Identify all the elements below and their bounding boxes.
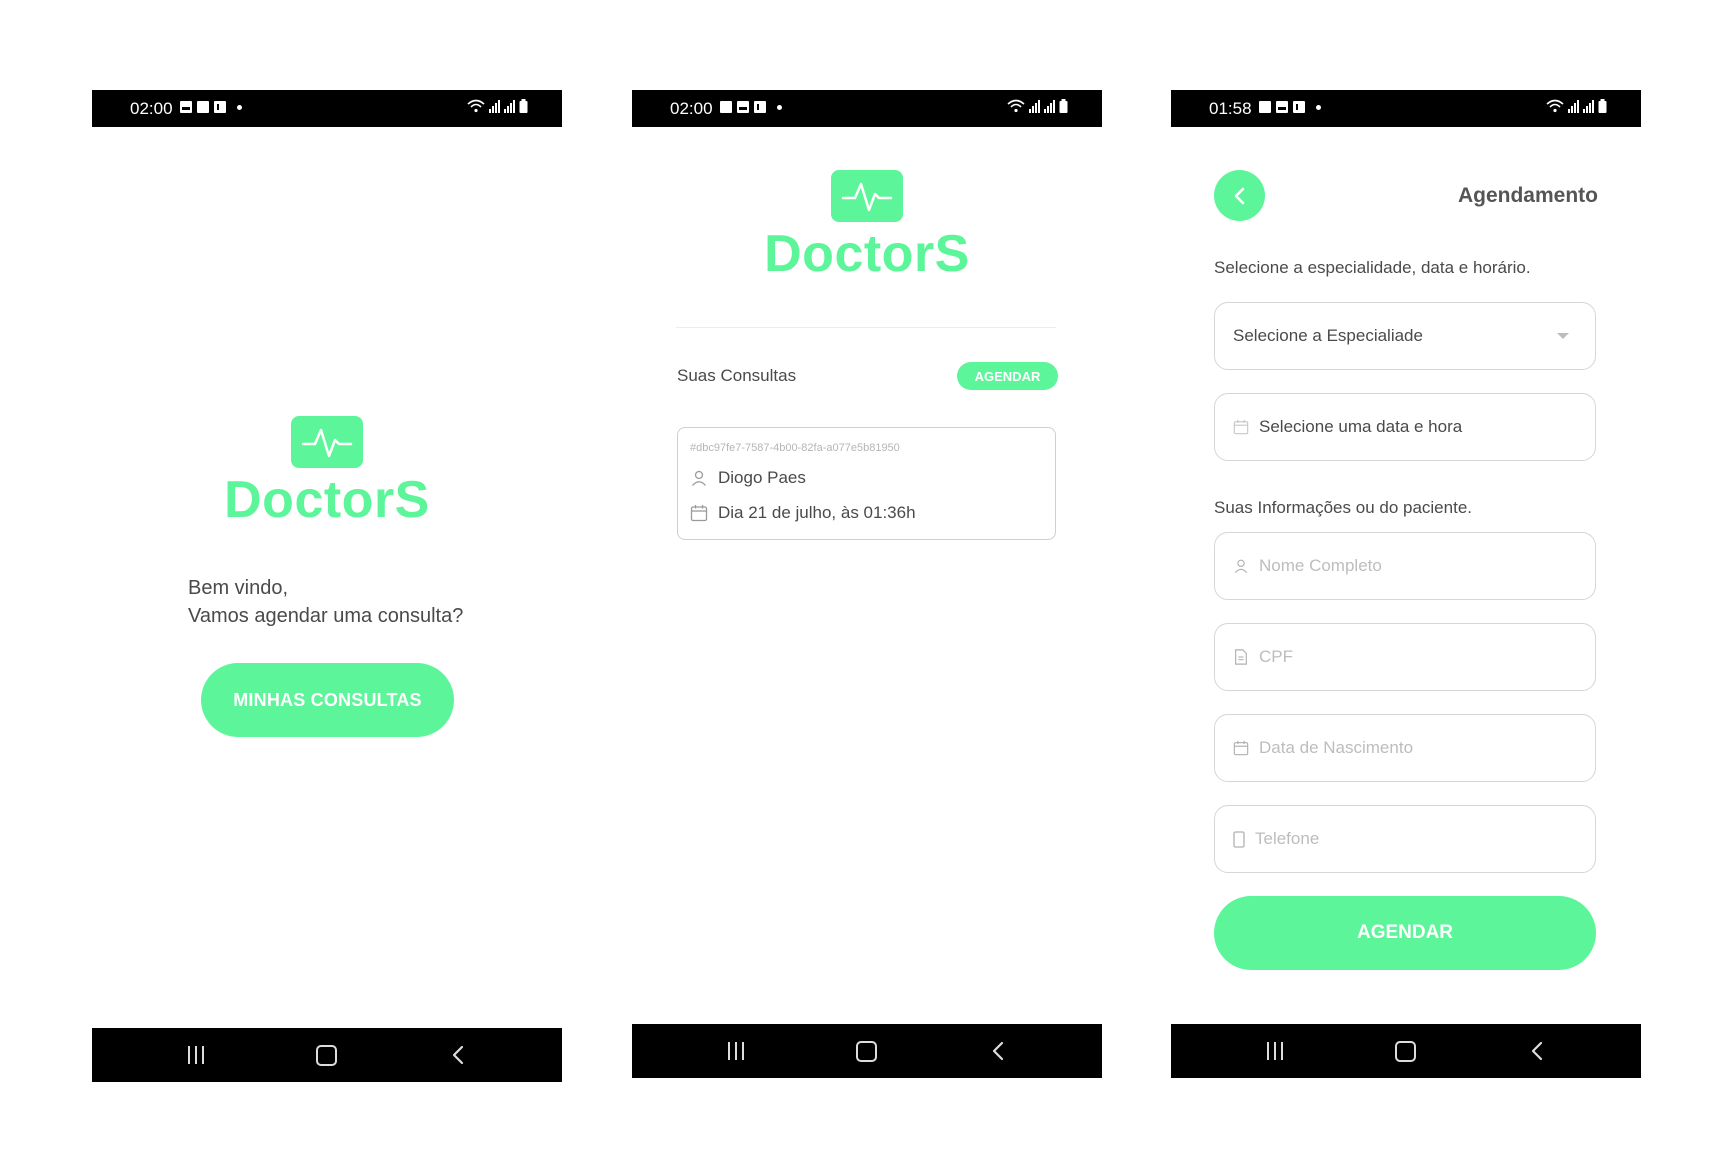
status-bar: 01:58	[1171, 90, 1641, 127]
home-icon[interactable]	[846, 1039, 886, 1063]
calendar-icon	[1233, 419, 1249, 435]
patient-name: Diogo Paes	[718, 468, 806, 487]
more-notifications-icon	[1316, 104, 1321, 110]
heartbeat-icon	[291, 416, 363, 468]
navigation-bar	[632, 1024, 1102, 1078]
submit-schedule-button[interactable]: AGENDAR	[1214, 896, 1596, 970]
battery-icon	[1598, 99, 1607, 113]
notification-icons	[1259, 101, 1321, 113]
user-icon	[690, 469, 708, 487]
patient-info-label: Suas Informações ou do paciente.	[1214, 498, 1472, 517]
welcome-line-2: Vamos agendar uma consulta?	[188, 605, 464, 627]
app-logo: DoctorS	[764, 170, 970, 282]
appointment-datetime: Dia 21 de julho, às 01:36h	[718, 503, 916, 522]
gallery-icon	[1276, 101, 1288, 113]
heartbeat-icon	[831, 170, 903, 222]
more-notifications-icon	[777, 104, 782, 110]
instruction-text: Selecione a especialidade, data e horári…	[1214, 258, 1531, 277]
notification-icon	[1259, 101, 1271, 113]
wifi-icon	[1546, 99, 1564, 113]
chevron-down-icon	[1557, 333, 1569, 339]
cpf-field-placeholder: CPF	[1259, 647, 1293, 666]
mobile-phone-icon	[1233, 830, 1245, 848]
linkedin-icon	[754, 101, 766, 113]
calendar-icon	[690, 504, 708, 522]
appointment-datetime-row: Dia 21 de julho, às 01:36h	[690, 503, 916, 523]
specialty-select[interactable]: Selecione a Especialiade	[1214, 302, 1596, 370]
appointment-id: #dbc97fe7-7587-4b00-82fa-a077e5b81950	[690, 442, 900, 454]
linkedin-icon	[214, 101, 226, 113]
battery-icon	[519, 99, 528, 113]
chevron-left-icon	[1233, 186, 1247, 206]
status-bar: 02:00	[92, 90, 562, 127]
scheduling-screen: 01:58 Agendamento Selecione a especialid…	[1171, 90, 1641, 1078]
calendar-icon	[1233, 740, 1249, 756]
phone-field[interactable]: Telefone	[1214, 805, 1596, 873]
schedule-button[interactable]: AGENDAR	[957, 362, 1058, 390]
notification-icon	[197, 101, 209, 113]
gallery-icon	[180, 101, 192, 113]
home-icon[interactable]	[306, 1043, 346, 1067]
back-icon[interactable]	[978, 1039, 1018, 1063]
specialty-select-value: Selecione a Especialiade	[1233, 326, 1423, 345]
notification-icon	[720, 101, 732, 113]
system-icons	[1546, 99, 1607, 113]
status-time: 01:58	[1209, 99, 1252, 118]
signal-icon	[1568, 99, 1579, 113]
welcome-message: Bem vindo, Vamos agendar uma consulta?	[188, 574, 463, 630]
battery-icon	[1059, 99, 1068, 113]
phone-field-placeholder: Telefone	[1255, 829, 1320, 848]
divider	[676, 327, 1056, 328]
recent-apps-icon[interactable]	[716, 1039, 756, 1063]
document-icon	[1233, 649, 1249, 665]
signal-icon	[489, 99, 500, 113]
notification-icons	[720, 101, 782, 113]
welcome-line-1: Bem vindo,	[188, 577, 289, 599]
name-field-placeholder: Nome Completo	[1259, 556, 1382, 575]
appointments-screen: 02:00 DoctorS Suas Consultas AGENDAR #db…	[632, 90, 1102, 1078]
home-icon[interactable]	[1385, 1039, 1425, 1063]
signal-icon	[1029, 99, 1040, 113]
birth-date-field-placeholder: Data de Nascimento	[1259, 738, 1414, 757]
navigation-bar	[92, 1028, 562, 1082]
appointment-card[interactable]: #dbc97fe7-7587-4b00-82fa-a077e5b81950 Di…	[677, 427, 1056, 540]
welcome-screen: 02:00 DoctorS Bem vindo, Vamos agendar u…	[92, 90, 562, 1082]
datetime-field[interactable]: Selecione uma data e hora	[1214, 393, 1596, 461]
system-icons	[467, 99, 528, 113]
back-icon[interactable]	[438, 1043, 478, 1067]
signal-icon-2	[1044, 99, 1055, 113]
linkedin-icon	[1293, 101, 1305, 113]
datetime-field-value: Selecione uma data e hora	[1259, 417, 1463, 436]
wifi-icon	[467, 99, 485, 113]
birth-date-field[interactable]: Data de Nascimento	[1214, 714, 1596, 782]
user-icon	[1233, 558, 1249, 574]
recent-apps-icon[interactable]	[176, 1043, 216, 1067]
back-icon[interactable]	[1517, 1039, 1557, 1063]
notification-icons	[180, 101, 242, 113]
system-icons	[1007, 99, 1068, 113]
app-logo: DoctorS	[224, 416, 430, 528]
more-notifications-icon	[237, 104, 242, 110]
status-time: 02:00	[670, 99, 713, 118]
logo-text: DoctorS	[224, 471, 430, 529]
signal-icon-2	[504, 99, 515, 113]
section-title: Suas Consultas	[677, 366, 797, 385]
wifi-icon	[1007, 99, 1025, 113]
cpf-field[interactable]: CPF	[1214, 623, 1596, 691]
page-title: Agendamento	[1457, 184, 1598, 207]
status-time: 02:00	[130, 99, 173, 118]
gallery-icon	[737, 101, 749, 113]
logo-text: DoctorS	[764, 225, 970, 283]
signal-icon-2	[1583, 99, 1594, 113]
my-appointments-button[interactable]: MINHAS CONSULTAS	[201, 663, 454, 737]
recent-apps-icon[interactable]	[1255, 1039, 1295, 1063]
navigation-bar	[1171, 1024, 1641, 1078]
status-bar: 02:00	[632, 90, 1102, 127]
appointment-patient-row: Diogo Paes	[690, 468, 806, 488]
name-field[interactable]: Nome Completo	[1214, 532, 1596, 600]
back-button[interactable]	[1214, 170, 1265, 221]
